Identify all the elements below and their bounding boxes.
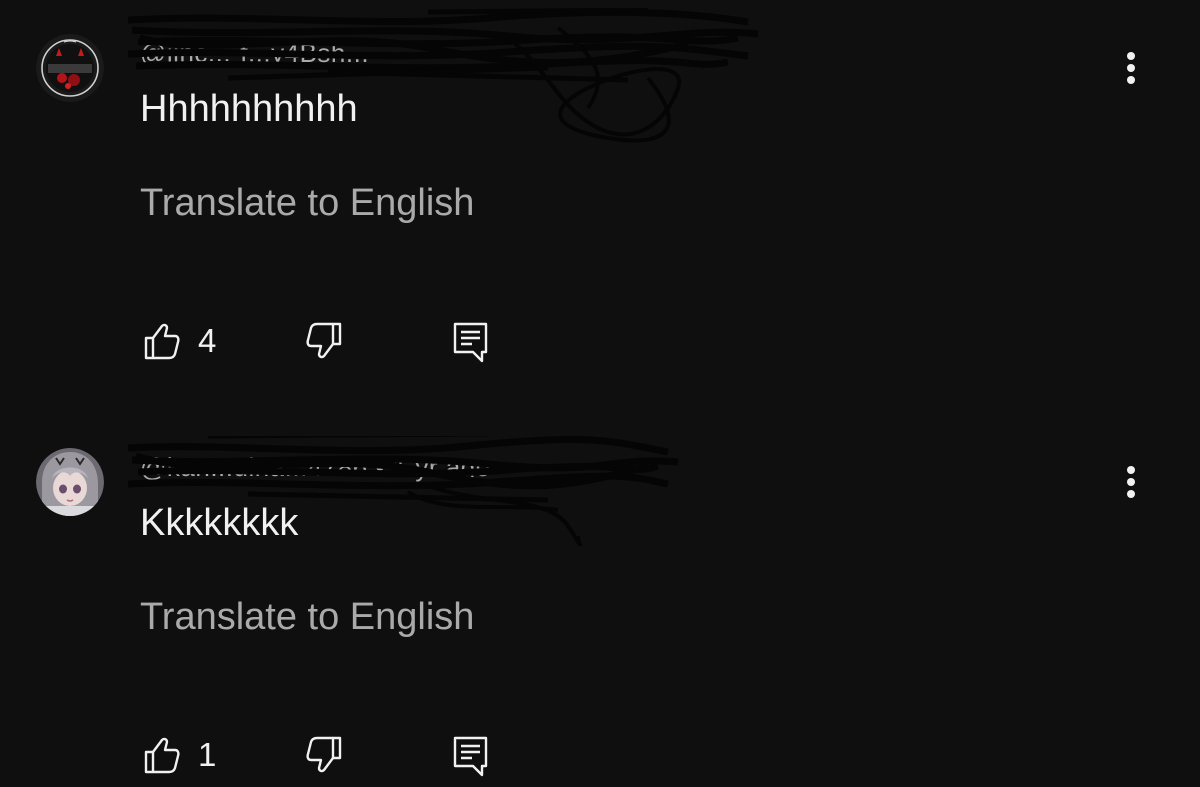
reply-comment-icon [453, 322, 488, 363]
thumbs-down-icon [306, 322, 342, 359]
thumbs-down-icon [306, 736, 342, 773]
comment-item: @jinc...-f...y4Bsh... Hhhhhhhhhh Transla… [0, 0, 1200, 400]
dislike-button[interactable] [304, 734, 346, 781]
comment-author-line: @kan...ulna...4786 • 1 yr ago [128, 436, 679, 546]
more-options-button[interactable] [1116, 48, 1146, 88]
more-options-button[interactable] [1116, 462, 1146, 502]
comment-author[interactable]: @kan...ulna...4786 • 1 yr ago [140, 452, 491, 482]
avatar[interactable] [36, 448, 104, 516]
comment-text: Hhhhhhhhhh [140, 88, 358, 130]
like-count: 1 [198, 736, 217, 773]
comments-list: @jinc...-f...y4Bsh... Hhhhhhhhhh Transla… [0, 0, 1200, 787]
comment-item: @kan...ulna...4786 • 1 yr ago Kkkkkkkk T… [0, 414, 1200, 787]
comment-actions: 1 [140, 734, 540, 780]
thumbs-up-icon [144, 323, 180, 360]
reply-button[interactable] [450, 734, 492, 783]
comment-author[interactable]: @jinc...-f...y4Bsh... [140, 38, 369, 68]
reply-comment-icon [453, 736, 488, 777]
like-count: 4 [198, 322, 217, 359]
translate-link[interactable]: Translate to English [140, 182, 474, 225]
comment-text: Kkkkkkkk [140, 502, 299, 544]
devil-avatar-icon [36, 34, 104, 102]
dislike-button[interactable] [304, 320, 346, 367]
reply-button[interactable] [450, 320, 492, 369]
like-button[interactable]: 4 [140, 320, 216, 362]
like-button[interactable]: 1 [140, 734, 216, 776]
redaction-scribble [128, 8, 759, 143]
thumbs-up-icon [144, 737, 180, 774]
translate-link[interactable]: Translate to English [140, 596, 474, 639]
comment-author-line: @jinc...-f...y4Bsh... [128, 8, 759, 143]
anime-girl-avatar-icon [36, 448, 104, 516]
comment-actions: 4 [140, 320, 540, 366]
avatar[interactable] [36, 34, 104, 102]
